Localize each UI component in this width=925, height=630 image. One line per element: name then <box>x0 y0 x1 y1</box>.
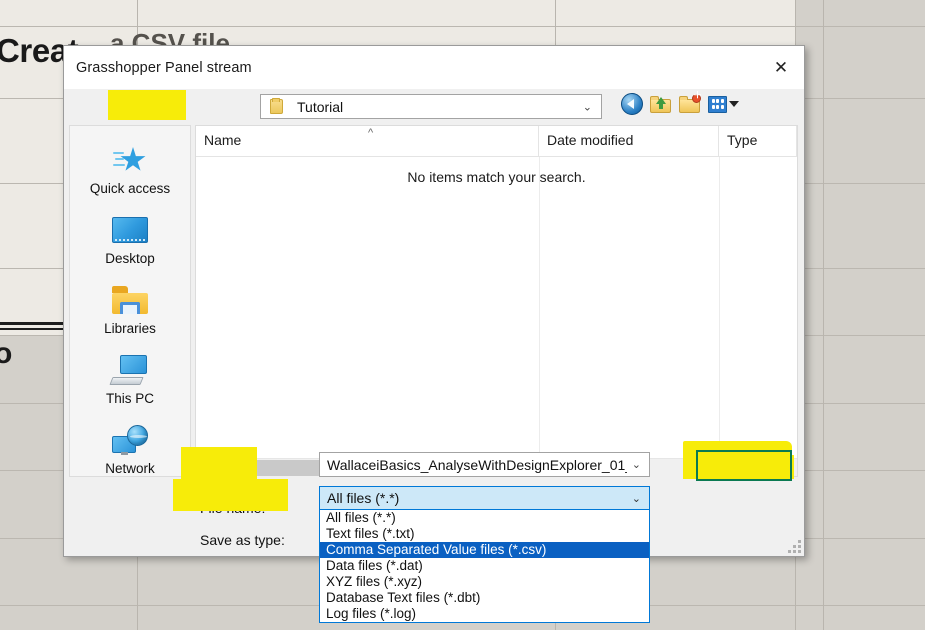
create-new-folder-icon[interactable] <box>679 93 701 115</box>
dialog-body: Quick access Desktop Libraries This PC <box>64 125 804 481</box>
views-dropdown-caret-icon[interactable] <box>729 101 739 107</box>
sidebar-item-label: Libraries <box>104 321 156 336</box>
file-type-option[interactable]: XYZ files (*.xyz) <box>320 574 649 590</box>
highlight-save-as-type <box>173 479 288 511</box>
highlight-file-name <box>181 447 257 479</box>
save-as-type-value: All files (*.*) <box>327 490 399 506</box>
desktop-monitor-icon <box>112 210 148 250</box>
places-sidebar: Quick access Desktop Libraries This PC <box>69 125 191 477</box>
sidebar-item-label: Network <box>105 461 155 476</box>
file-type-option[interactable]: Text files (*.txt) <box>320 526 649 542</box>
highlight-save-in <box>108 90 186 120</box>
dialog-title: Grasshopper Panel stream <box>76 60 252 76</box>
up-one-level-icon[interactable] <box>650 93 672 115</box>
file-type-option[interactable]: All files (*.*) <box>320 510 649 526</box>
back-icon[interactable] <box>621 93 643 115</box>
save-as-type-label-container: Save as type: <box>182 528 295 555</box>
background-gridline <box>823 0 824 630</box>
chevron-down-icon: ⌄ <box>583 100 592 113</box>
column-header-type[interactable]: Type <box>719 126 797 157</box>
save-as-type-label: Save as type: <box>200 532 285 548</box>
dialog-titlebar: Grasshopper Panel stream ✕ <box>64 46 804 89</box>
annotation-box-save-button <box>696 450 792 481</box>
save-as-type-combobox[interactable]: All files (*.*) ⌄ <box>319 486 650 510</box>
background-glyph: o <box>0 337 12 371</box>
background-gridline <box>0 26 925 27</box>
sort-ascending-icon: ^ <box>368 127 373 139</box>
sidebar-item-libraries[interactable]: Libraries <box>70 280 190 350</box>
column-header-date-modified[interactable]: Date modified <box>539 126 719 157</box>
quick-access-star-icon <box>113 140 147 180</box>
network-globe-icon <box>112 420 148 460</box>
file-list-header: Name ^ Date modified Type <box>196 126 797 157</box>
file-type-option[interactable]: Log files (*.log) <box>320 606 649 622</box>
sidebar-item-network[interactable]: Network <box>70 420 190 490</box>
file-type-option[interactable]: Database Text files (*.dbt) <box>320 590 649 606</box>
save-in-value: Tutorial <box>297 99 343 115</box>
sidebar-item-label: This PC <box>106 391 154 406</box>
sidebar-item-label: Desktop <box>105 251 155 266</box>
sidebar-item-label: Quick access <box>90 181 170 196</box>
file-name-input[interactable]: WallaceiBasics_AnalyseWithDesignExplorer… <box>319 452 650 477</box>
file-name-value: WallaceiBasics_AnalyseWithDesignExplorer… <box>327 457 627 473</box>
file-list-view: Name ^ Date modified Type No items match… <box>195 125 798 477</box>
file-type-option[interactable]: Data files (*.dat) <box>320 558 649 574</box>
toolbar-icon-group <box>621 93 739 115</box>
file-type-dropdown-list[interactable]: All files (*.*)Text files (*.txt)Comma S… <box>319 510 650 623</box>
views-icon[interactable] <box>708 96 727 113</box>
resize-grip[interactable] <box>788 540 801 553</box>
close-icon[interactable]: ✕ <box>758 46 804 89</box>
sidebar-item-desktop[interactable]: Desktop <box>70 210 190 280</box>
save-in-combobox[interactable]: Tutorial ⌄ <box>260 94 602 119</box>
folder-icon <box>270 99 283 114</box>
file-type-option[interactable]: Comma Separated Value files (*.csv) <box>320 542 649 558</box>
file-list-body[interactable]: No items match your search. <box>196 157 797 458</box>
this-pc-computer-icon <box>111 350 149 390</box>
libraries-folder-icon <box>112 280 148 320</box>
chevron-down-icon[interactable]: ⌄ <box>632 492 641 505</box>
sidebar-item-this-pc[interactable]: This PC <box>70 350 190 420</box>
empty-list-message: No items match your search. <box>196 169 797 185</box>
column-header-name[interactable]: Name ^ <box>196 126 539 157</box>
chevron-down-icon[interactable]: ⌄ <box>632 458 641 471</box>
sidebar-item-quick-access[interactable]: Quick access <box>70 140 190 210</box>
